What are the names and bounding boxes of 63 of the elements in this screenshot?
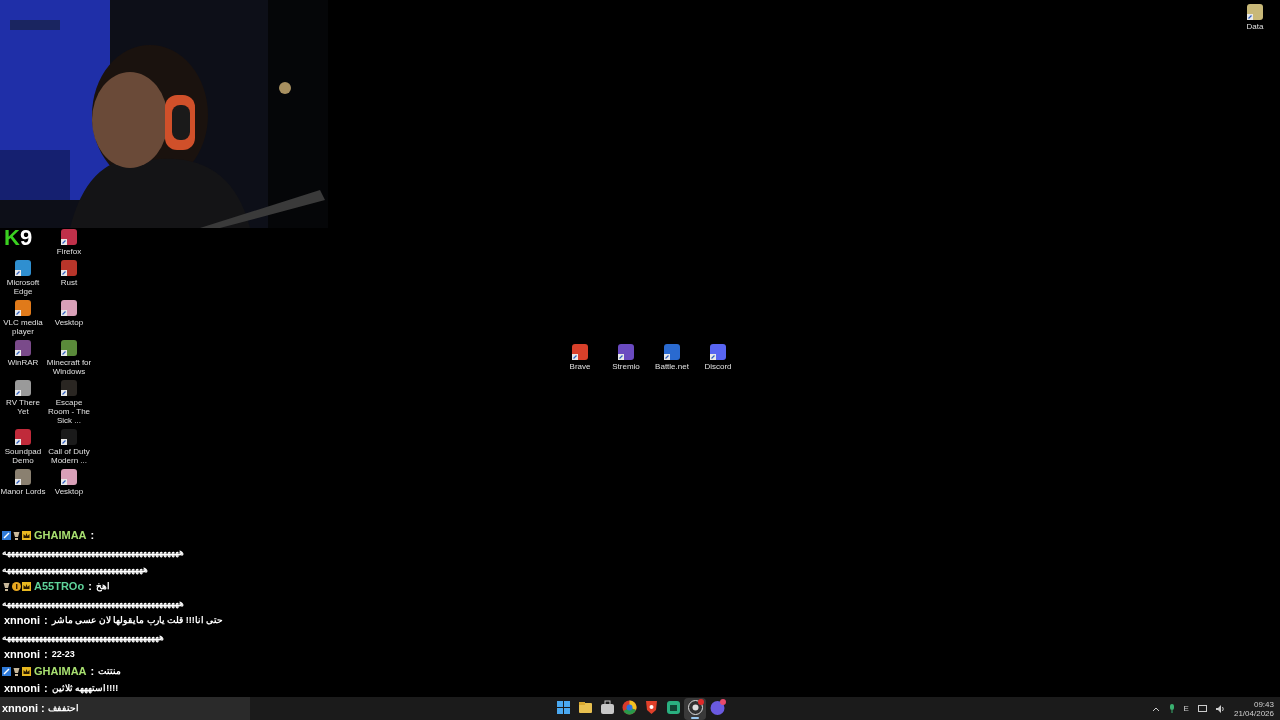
desktop-icon-label[interactable]: Soundpad Demo <box>0 447 46 465</box>
desktop-icon-label[interactable]: Call of Duty Modern ... <box>46 447 92 465</box>
desktop-icon-label[interactable]: Vesktop <box>54 318 84 327</box>
desktop-icon-label[interactable]: VLC media player <box>0 318 46 336</box>
chat-username: xnnoni <box>4 681 41 697</box>
microphone-icon[interactable] <box>1168 704 1175 713</box>
chat-message: احتففف <box>47 701 79 715</box>
coin-badge-icon <box>12 582 21 591</box>
chat-username: xnnoni <box>4 613 41 629</box>
clock-time[interactable]: 09:43 <box>1253 699 1274 709</box>
chat-username: A55TROo <box>34 579 85 595</box>
chat-separator: : <box>41 701 45 717</box>
desktop-icon-label[interactable]: Data <box>1246 22 1264 31</box>
sword-badge-icon <box>2 531 11 540</box>
chat-message: اهخ <box>95 579 110 594</box>
desktop-icon-label[interactable]: Stremio <box>612 362 640 371</box>
speaker-icon[interactable] <box>1215 704 1225 713</box>
monitor-icon[interactable] <box>1197 704 1207 713</box>
chat-separator: : <box>44 647 48 663</box>
chat-separator: : <box>44 613 48 629</box>
desktop-icon-label[interactable]: Battle.net <box>655 362 689 371</box>
desktop-icon-label[interactable]: Escape Room - The Sick ... <box>46 398 92 425</box>
desktop-icon-label[interactable]: Microsoft Edge <box>0 278 46 296</box>
desktop-icon-label[interactable]: Firefox <box>56 247 82 256</box>
chat-message: ههههههههههههههههههههههههههههههههههههههههههههه <box>2 596 184 611</box>
chat-username: GHAIMAA <box>34 664 87 680</box>
desktop-icon-label[interactable]: Discord <box>704 362 732 371</box>
logo-digit: 9 <box>19 226 33 250</box>
chevron-up-icon[interactable] <box>1151 705 1160 712</box>
desktop-icon-label[interactable]: Manor Lords <box>0 487 46 496</box>
chat-username: GHAIMAA <box>34 528 87 544</box>
crown-badge-icon <box>22 582 31 591</box>
crown-badge-icon <box>22 531 31 540</box>
chat-message: منتتت <box>98 664 122 678</box>
language-indicator[interactable]: E <box>1183 702 1189 715</box>
desktop-icon-label[interactable]: Minecraft for Windows <box>46 358 92 376</box>
sword-badge-icon <box>2 667 11 676</box>
desktop-icon-label[interactable]: Rust <box>60 278 78 287</box>
cup-badge-icon <box>2 582 11 591</box>
chat-message: ههههههههههههههههههههههههههههههههههههههههههههه <box>2 545 184 560</box>
chat-separator: : <box>90 528 95 544</box>
chat-separator: : <box>88 579 92 595</box>
desktop-icon-label[interactable]: WinRAR <box>7 358 39 367</box>
chat-message: !!!!استهههه ثلاثين <box>51 681 119 696</box>
desktop-icon-label[interactable]: RV There Yet <box>0 398 46 416</box>
chat-message: حتى انا!!! قلت يارب مايقولها لان عسى ماشر <box>51 613 224 628</box>
taskbar-app[interactable] <box>684 697 706 720</box>
chat-username: xnnoni <box>2 701 39 717</box>
chat-message: هههههههههههههههههههههههههههههههههههههههه <box>2 630 164 645</box>
browser-icon <box>619 698 639 717</box>
logo-letter: K <box>4 226 20 250</box>
chat-separator: : <box>44 681 48 697</box>
desktop-icon-label[interactable]: Brave <box>569 362 591 371</box>
chat-separator: : <box>90 664 95 680</box>
chat-message: 22-23 <box>51 647 75 661</box>
cup-badge-icon <box>12 667 21 676</box>
clock-date[interactable]: 21/04/2026 <box>1233 708 1274 718</box>
record-icon <box>685 698 705 717</box>
chat-message: هههههههههههههههههههههههههههههههههههه <box>2 562 148 577</box>
crown-badge-icon <box>22 667 31 676</box>
desktop-icon-label[interactable]: Vesktop <box>54 487 84 496</box>
chat-username: xnnoni <box>4 647 41 663</box>
cup-badge-icon <box>12 531 21 540</box>
